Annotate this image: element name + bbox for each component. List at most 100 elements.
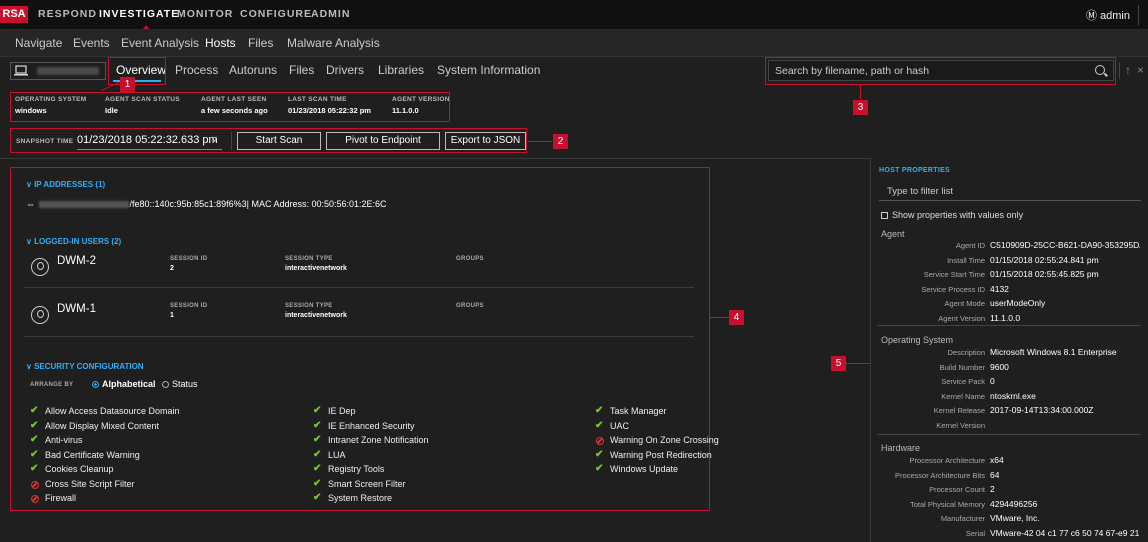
user-avatar-icon [31, 258, 49, 276]
divider [1138, 5, 1139, 25]
security-item: Cookies Cleanup [45, 464, 114, 474]
subnav-hosts[interactable]: Hosts [205, 36, 236, 50]
ip-section-header[interactable]: ∨ IP ADDRESSES (1) [26, 180, 105, 189]
property-key: Service Process ID [921, 284, 985, 294]
session-type-value: interactivenetwork [285, 265, 347, 272]
subnav-event-analysis[interactable]: Event Analysis [121, 36, 199, 50]
blocked-icon [31, 480, 39, 489]
session-id-label: SESSION ID [170, 256, 208, 262]
agent-version-value: 11.1.0.0 [392, 106, 419, 115]
pivot-to-endpoint-button[interactable]: Pivot to Endpoint [326, 132, 440, 150]
subnav-events[interactable]: Events [73, 36, 110, 50]
top-bar: RSA RESPOND INVESTIGATE MONITOR CONFIGUR… [0, 0, 1148, 30]
app-root: RSA RESPOND INVESTIGATE MONITOR CONFIGUR… [0, 0, 1148, 542]
subnav-navigate[interactable]: Navigate [15, 36, 62, 50]
property-value: 01/15/2018 02:55:45.825 pm [990, 269, 1099, 279]
security-item: Registry Tools [328, 464, 385, 474]
radio-dot [162, 381, 169, 389]
host-selector[interactable] [10, 62, 106, 80]
nav-admin[interactable]: ADMIN [311, 8, 350, 20]
security-item: Anti-virus [45, 435, 83, 445]
network-icon: ⇔ [26, 199, 35, 209]
tab-system-information[interactable]: System Information [437, 63, 540, 77]
property-value: VMware-42 04 c1 77 c6 50 74 67-e9 21 ... [990, 527, 1140, 538]
header-divider [0, 158, 870, 159]
check-icon: ✔ [30, 405, 39, 416]
last-seen-label: AGENT LAST SEEN [201, 96, 267, 103]
nav-monitor[interactable]: MONITOR [177, 8, 233, 20]
last-seen-value: a few seconds ago [201, 106, 268, 115]
radio-status[interactable]: Status [162, 379, 198, 389]
export-to-json-button[interactable]: Export to JSON [445, 132, 526, 150]
scan-status-value: Idle [105, 106, 118, 115]
property-group-title[interactable]: Agent [881, 229, 905, 239]
security-item: Task Manager [610, 406, 667, 416]
check-icon: ✔ [30, 448, 39, 460]
session-type-label: SESSION TYPE [285, 303, 333, 309]
ip-value: /fe80::140c:95b:85c1:89f6%3| MAC Address… [129, 199, 387, 209]
security-section-header[interactable]: ∨ SECURITY CONFIGURATION [26, 362, 144, 371]
user-name: admin [1100, 10, 1130, 22]
session-id-value: 2 [170, 265, 174, 272]
property-value: 2 [990, 484, 995, 494]
nav-investigate[interactable]: INVESTIGATE [99, 8, 179, 20]
property-key: Kernel Name [941, 391, 985, 401]
callout-3-arrow [860, 85, 861, 99]
property-key: Agent Mode [944, 299, 985, 308]
start-scan-button[interactable]: Start Scan [237, 132, 321, 150]
last-scan-label: LAST SCAN TIME [288, 96, 347, 103]
close-icon[interactable]: × [1137, 63, 1144, 77]
check-icon: ✔ [313, 434, 322, 445]
security-item: Allow Display Mixed Content [45, 420, 160, 431]
callout-1: 1 [120, 77, 135, 92]
property-value: 0 [990, 376, 995, 386]
property-group-title[interactable]: Hardware [881, 443, 920, 453]
callout-2-arrow [528, 141, 552, 142]
radio-alphabetical[interactable]: Alphabetical [92, 379, 156, 389]
session-id-value: 1 [170, 312, 174, 319]
tab-drivers[interactable]: Drivers [326, 63, 364, 77]
nav-configure[interactable]: CONFIGURE [240, 8, 312, 20]
security-item: IE Enhanced Security [328, 420, 415, 431]
user-menu[interactable]: Ⓜ admin [1086, 7, 1130, 23]
users-section-header[interactable]: ∨ LOGGED-IN USERS (2) [26, 237, 121, 246]
property-value: 4132 [990, 283, 1009, 294]
group-divider [877, 325, 1141, 326]
annotation-box-1 [108, 57, 166, 85]
tab-libraries[interactable]: Libraries [378, 63, 424, 77]
subnav-files[interactable]: Files [248, 36, 273, 50]
tab-process[interactable]: Process [175, 63, 218, 77]
security-item: LUA [328, 449, 346, 460]
property-value: 11.1.0.0 [990, 312, 1021, 323]
callout-3: 3 [853, 100, 868, 115]
callout-4: 4 [729, 310, 744, 325]
row-divider [24, 336, 694, 337]
property-group-title[interactable]: Operating System [881, 335, 953, 345]
active-nav-indicator [143, 25, 149, 29]
property-value: C510909D-25CC-B621-DA90-353295DA... [990, 240, 1140, 250]
nav-respond[interactable]: RESPOND [38, 8, 97, 20]
check-icon: ✔ [30, 434, 39, 445]
blocked-icon [31, 495, 39, 503]
snapshot-time-select[interactable]: 01/23/2018 05:22:32.633 pm ∨ [77, 134, 222, 150]
subnav-malware-analysis[interactable]: Malware Analysis [287, 36, 380, 50]
property-value: ntoskrnl.exe [990, 390, 1036, 401]
security-item: Warning Post Redirection [610, 449, 712, 460]
callout-4-arrow [710, 317, 730, 318]
user-avatar-icon [31, 306, 49, 324]
property-value: 64 [990, 469, 1000, 480]
user-icon: Ⓜ [1085, 10, 1097, 22]
property-value: 01/15/2018 02:55:24.841 pm [990, 254, 1099, 265]
property-value: x64 [990, 455, 1004, 465]
tab-autoruns[interactable]: Autoruns [229, 63, 277, 77]
pin-icon[interactable]: ↑ [1125, 63, 1131, 77]
property-value: VMware, Inc. [990, 513, 1040, 523]
property-key: Agent ID [955, 241, 985, 250]
snapshot-label: SNAPSHOT TIME [16, 138, 74, 145]
tab-files[interactable]: Files [289, 63, 314, 77]
security-item: UAC [610, 420, 630, 431]
group-divider [877, 434, 1141, 435]
groups-label: GROUPS [456, 256, 484, 262]
session-type-value: interactivenetwork [285, 312, 347, 319]
property-key: Kernel Version [936, 420, 985, 430]
